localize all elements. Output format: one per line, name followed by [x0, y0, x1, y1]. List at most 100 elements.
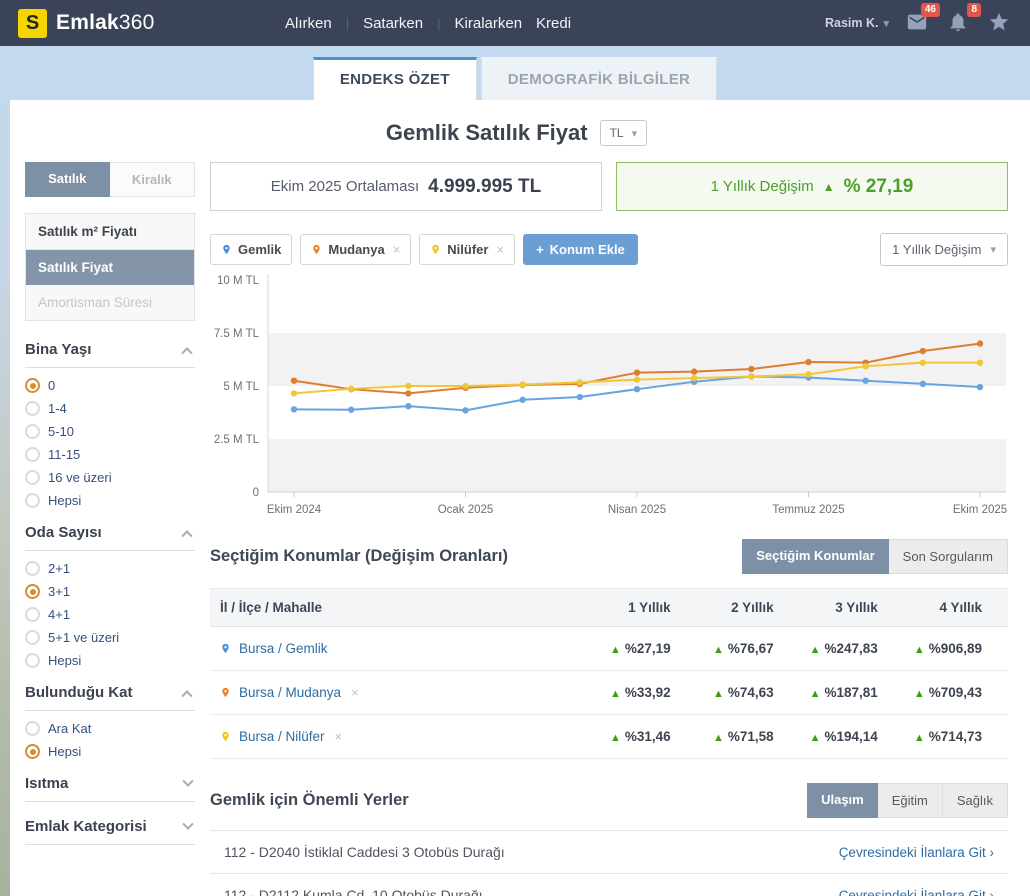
svg-text:Nisan 2025: Nisan 2025 [608, 504, 666, 516]
radio-kat-1[interactable]: Hepsi [25, 744, 195, 759]
table-header-row: İl / İlçe / Mahalle 1 Yıllık 2 Yıllık 3 … [210, 589, 1008, 627]
section-emlak-kategorisi[interactable]: Emlak Kategorisi [25, 818, 195, 835]
radio-bina-yasi-1[interactable]: 1-4 [25, 401, 195, 416]
section-bina-yasi[interactable]: Bina Yaşı [25, 341, 195, 358]
divider [25, 844, 195, 845]
toggle-satilik[interactable]: Satılık [25, 162, 110, 197]
radio-icon [25, 744, 40, 759]
chip-mudanya[interactable]: Mudanya × [300, 234, 411, 265]
nav-alirken[interactable]: Alırken [285, 15, 332, 32]
change-3y: %247,83 [825, 641, 878, 656]
navbar-right: Rasim K. ▾ 46 8 [825, 11, 1012, 35]
location-link[interactable]: Bursa / Nilüfer [239, 729, 325, 744]
radio-oda-1[interactable]: 3+1 [25, 584, 195, 599]
toggle-kiralik[interactable]: Kiralık [110, 162, 196, 197]
map-pin-icon [311, 242, 322, 257]
messages-badge: 46 [921, 3, 940, 17]
list-item: 112 - D2040 İstiklal Caddesi 3 Otobüs Du… [210, 831, 1008, 874]
son-sorgularim-button[interactable]: Son Sorgularım [889, 539, 1008, 574]
radio-label: 2+1 [48, 561, 70, 576]
add-location-button[interactable]: + Konum Ekle [523, 234, 638, 265]
places-section-title: Gemlik için Önemli Yerler [210, 791, 409, 810]
radio-bina-yasi-4[interactable]: 16 ve üzeri [25, 470, 195, 485]
range-select[interactable]: 1 Yıllık Değişim ▾ [880, 233, 1008, 266]
nav-kiralarken[interactable]: Kiralarken [455, 15, 523, 32]
logo-bold: Emlak [56, 11, 119, 34]
notifications-button[interactable]: 8 [947, 11, 971, 35]
remove-icon[interactable]: × [335, 729, 343, 744]
user-menu[interactable]: Rasim K. ▾ [825, 16, 889, 30]
menu-amortisman-suresi[interactable]: Amortisman Süresi [26, 285, 194, 320]
radio-label: Ara Kat [48, 721, 91, 736]
radio-oda-2[interactable]: 4+1 [25, 607, 195, 622]
currency-select[interactable]: TL ▾ [600, 120, 648, 146]
menu-satilik-m2-fiyati[interactable]: Satılık m² Fiyatı [26, 214, 194, 250]
up-triangle-icon: ▲ [914, 644, 925, 656]
up-triangle-icon: ▲ [713, 644, 724, 656]
tab-demografik-bilgiler[interactable]: DEMOGRAFİK BİLGİLER [481, 57, 717, 100]
sectigim-konumlar-button[interactable]: Seçtiğim Konumlar [742, 539, 888, 574]
nav-satarken[interactable]: Satarken [363, 15, 423, 32]
location-link[interactable]: Bursa / Gemlik [239, 641, 328, 656]
radio-label: 11-15 [48, 447, 80, 462]
up-triangle-icon: ▲ [610, 732, 621, 744]
radio-bina-yasi-5[interactable]: Hepsi [25, 493, 195, 508]
places-tab-egitim[interactable]: Eğitim [878, 783, 943, 818]
col-location: İl / İlçe / Mahalle [210, 589, 594, 627]
section-bulundugu-kat[interactable]: Bulunduğu Kat [25, 684, 195, 701]
svg-text:0: 0 [253, 487, 259, 499]
radio-bina-yasi-0[interactable]: 0 [25, 378, 195, 393]
price-trend-chart: 02.5 M TL5 M TL7.5 M TL10 M TLEkim 2024O… [210, 272, 1008, 529]
chip-label: Gemlik [238, 242, 281, 257]
change-4y: %714,73 [929, 729, 982, 744]
menu-satilik-fiyat[interactable]: Satılık Fiyat [26, 250, 194, 285]
col-3-yillik: 3 Yıllık [800, 589, 904, 627]
places-tab-ulasim[interactable]: Ulaşım [807, 783, 878, 818]
radio-oda-4[interactable]: Hepsi [25, 653, 195, 668]
remove-icon[interactable]: × [393, 242, 401, 257]
radio-icon [25, 630, 40, 645]
radio-label: 5-10 [48, 424, 74, 439]
chevron-down-icon [182, 818, 193, 829]
messages-button[interactable]: 46 [906, 11, 930, 35]
radio-bina-yasi-3[interactable]: 11-15 [25, 447, 195, 462]
chip-nilufer[interactable]: Nilüfer × [419, 234, 515, 265]
tab-endeks-ozet[interactable]: ENDEKS ÖZET [313, 57, 477, 100]
remove-icon[interactable]: × [496, 242, 504, 257]
radio-icon [25, 378, 40, 393]
plus-icon: + [536, 242, 544, 257]
places-tab-saglik[interactable]: Sağlık [943, 783, 1008, 818]
section-oda-sayisi[interactable]: Oda Sayısı [25, 524, 195, 541]
metric-menu: Satılık m² Fiyatı Satılık Fiyat Amortism… [25, 213, 195, 321]
col-2-yillik: 2 Yıllık [697, 589, 800, 627]
radio-label: 0 [48, 378, 55, 393]
svg-text:5 M TL: 5 M TL [223, 381, 259, 393]
change-3y: %194,14 [825, 729, 878, 744]
remove-icon[interactable]: × [351, 685, 359, 700]
location-link[interactable]: Bursa / Mudanya [239, 685, 341, 700]
radio-oda-3[interactable]: 5+1 ve üzeri [25, 630, 195, 645]
svg-text:10 M TL: 10 M TL [217, 275, 260, 287]
change-value: % 27,19 [844, 176, 914, 198]
radio-icon [25, 607, 40, 622]
section-title: Isıtma [25, 775, 68, 792]
currency-value: TL [610, 126, 624, 140]
up-triangle-icon: ▲ [810, 644, 821, 656]
nearby-listings-link[interactable]: Çevresindeki İlanlara Git › [839, 888, 994, 896]
list-item: 112 - D2112 Kumla Cd. 10 Otobüs Durağı Ç… [210, 874, 1008, 896]
radio-kat-0[interactable]: Ara Kat [25, 721, 195, 736]
logo[interactable]: S Emlak360 [18, 9, 155, 38]
radio-oda-0[interactable]: 2+1 [25, 561, 195, 576]
nav-kredi[interactable]: Kredi [536, 15, 571, 32]
favorites-button[interactable] [988, 11, 1012, 35]
section-isitma[interactable]: Isıtma [25, 775, 195, 792]
radio-label: Hepsi [48, 653, 81, 668]
svg-text:7.5 M TL: 7.5 M TL [214, 328, 260, 340]
radio-bina-yasi-2[interactable]: 5-10 [25, 424, 195, 439]
chip-gemlik[interactable]: Gemlik [210, 234, 292, 265]
up-triangle-icon: ▲ [914, 688, 925, 700]
radio-icon [25, 561, 40, 576]
logo-light: 360 [119, 11, 155, 34]
change-1y: %27,19 [625, 641, 671, 656]
nearby-listings-link[interactable]: Çevresindeki İlanlara Git › [839, 845, 994, 860]
